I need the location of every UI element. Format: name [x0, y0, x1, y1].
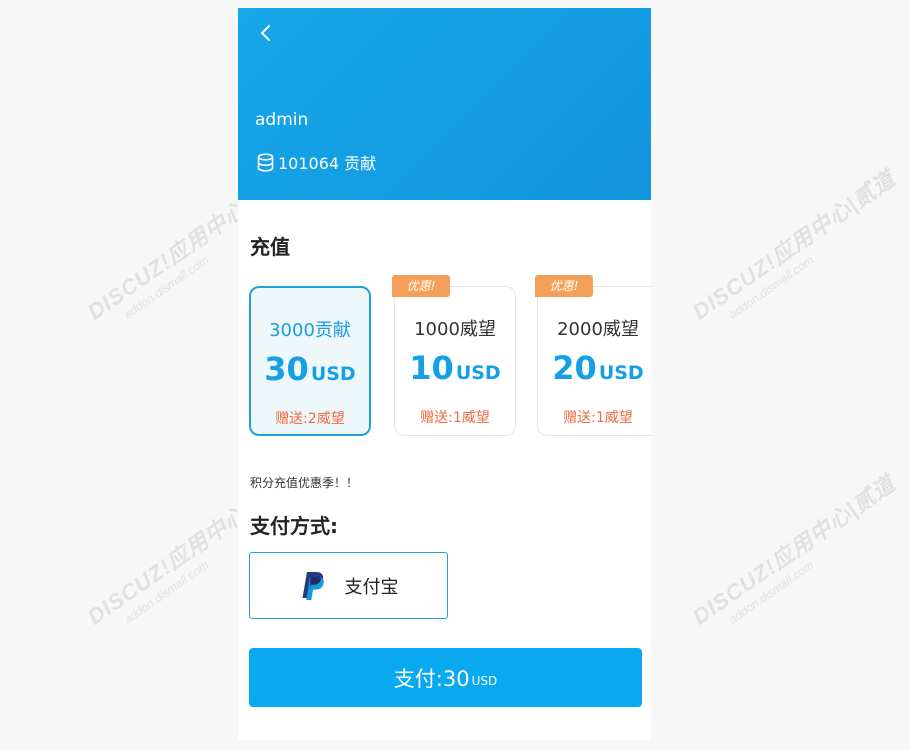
- pay-button-currency: USD: [471, 674, 498, 688]
- package-option-selected[interactable]: 3000贡献 30 USD 赠送:2威望: [249, 286, 371, 436]
- package-amount: 2000威望: [557, 319, 639, 340]
- package-gift: 赠送:1威望: [420, 410, 490, 426]
- paypal-icon: [302, 571, 324, 600]
- balance-text: 101064 贡献: [278, 154, 377, 173]
- price-currency: USD: [310, 363, 356, 385]
- payment-method-title: 支付方式:: [250, 514, 338, 538]
- back-chevron-icon[interactable]: [258, 23, 274, 43]
- package-price: 20 USD: [538, 349, 651, 387]
- package-gift: 赠送:2威望: [275, 411, 345, 427]
- balance: 101064 贡献: [257, 150, 376, 174]
- payment-option-label: 支付宝: [344, 576, 399, 598]
- package-amount: 1000威望: [414, 319, 496, 340]
- package-option[interactable]: 优惠! 2000威望 20 USD 赠送:1威望: [535, 275, 651, 436]
- price-value: 20: [552, 349, 597, 387]
- pay-button[interactable]: 支付:30 USD: [249, 648, 642, 707]
- recharge-page: admin 101064 贡献 充值 3000贡献 30 USD 赠送:2威望 优…: [238, 8, 651, 740]
- package-option[interactable]: 优惠! 1000威望 10 USD 赠送:1威望: [392, 275, 516, 436]
- username: admin: [255, 110, 309, 130]
- package-price: 30 USD: [251, 350, 369, 388]
- pay-button-label: 支付:30: [393, 666, 470, 691]
- price-value: 30: [264, 350, 309, 388]
- recharge-title: 充值: [250, 235, 290, 259]
- discount-badge: 优惠!: [392, 275, 450, 297]
- payment-option-alipay[interactable]: 支付宝: [249, 552, 448, 619]
- package-list: 3000贡献 30 USD 赠送:2威望 优惠! 1000威望 10 USD 赠送:…: [249, 275, 651, 448]
- package-amount: 3000贡献: [269, 320, 351, 341]
- profile-header: admin 101064 贡献: [238, 8, 651, 200]
- watermark: DISCUZ!应用中心|贰道addon.dismall.com: [687, 165, 900, 325]
- price-currency: USD: [598, 362, 644, 384]
- price-value: 10: [409, 349, 454, 387]
- discount-badge: 优惠!: [535, 275, 593, 297]
- watermark: DISCUZ!应用中心|贰道addon.dismall.com: [687, 470, 900, 630]
- price-currency: USD: [455, 362, 501, 384]
- package-price: 10 USD: [395, 349, 515, 387]
- package-gift: 赠送:1威望: [563, 410, 633, 426]
- database-icon: [257, 152, 274, 172]
- promo-text: 积分充值优惠季！！: [250, 476, 359, 490]
